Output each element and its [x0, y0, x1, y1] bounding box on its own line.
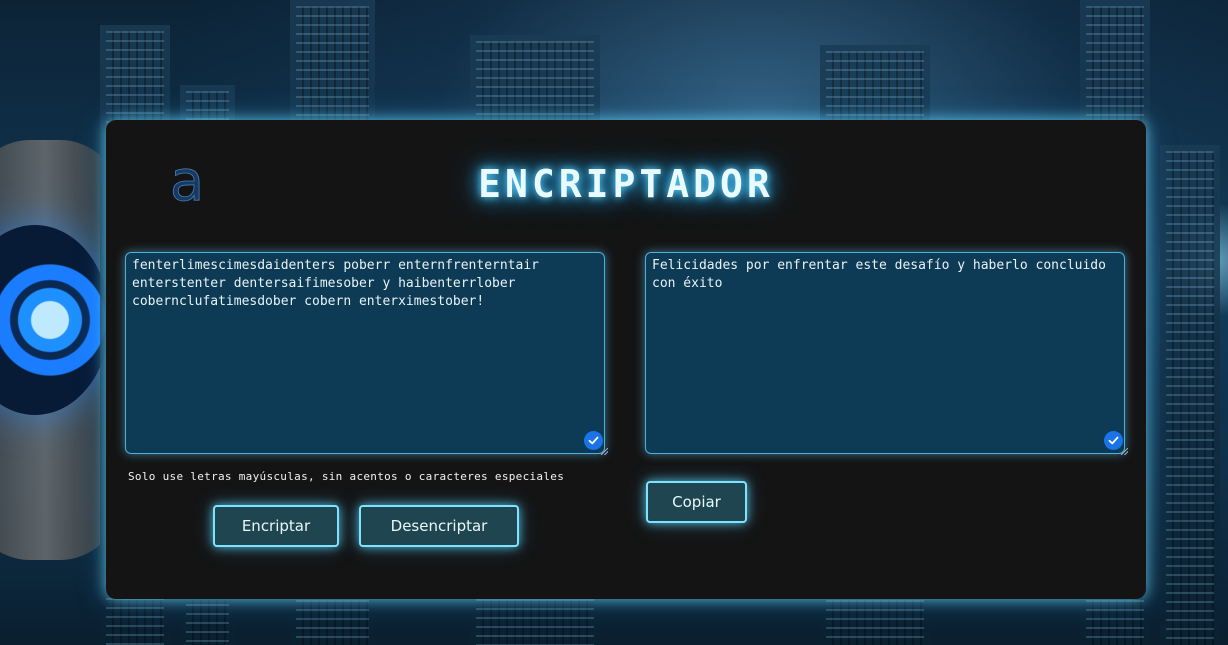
page-title: ENCRIPTADOR	[478, 162, 774, 206]
encrypt-button[interactable]: Encriptar	[213, 505, 339, 547]
input-hint: Solo use letras mayúsculas, sin acentos …	[128, 470, 565, 483]
encryptor-panel: a ENCRIPTADOR fenterlimescimesdaidenters…	[106, 120, 1146, 599]
skyline-building	[1160, 145, 1220, 645]
resize-handle-icon[interactable]	[601, 448, 608, 455]
resize-handle-icon[interactable]	[1121, 448, 1128, 455]
input-textarea[interactable]: fenterlimescimesdaidenters poberr entern…	[125, 252, 605, 454]
decrypt-button[interactable]: Desencriptar	[359, 505, 519, 547]
output-textarea[interactable]: Felicidades por enfrentar este desafío y…	[645, 252, 1125, 454]
copy-button[interactable]: Copiar	[646, 481, 747, 523]
